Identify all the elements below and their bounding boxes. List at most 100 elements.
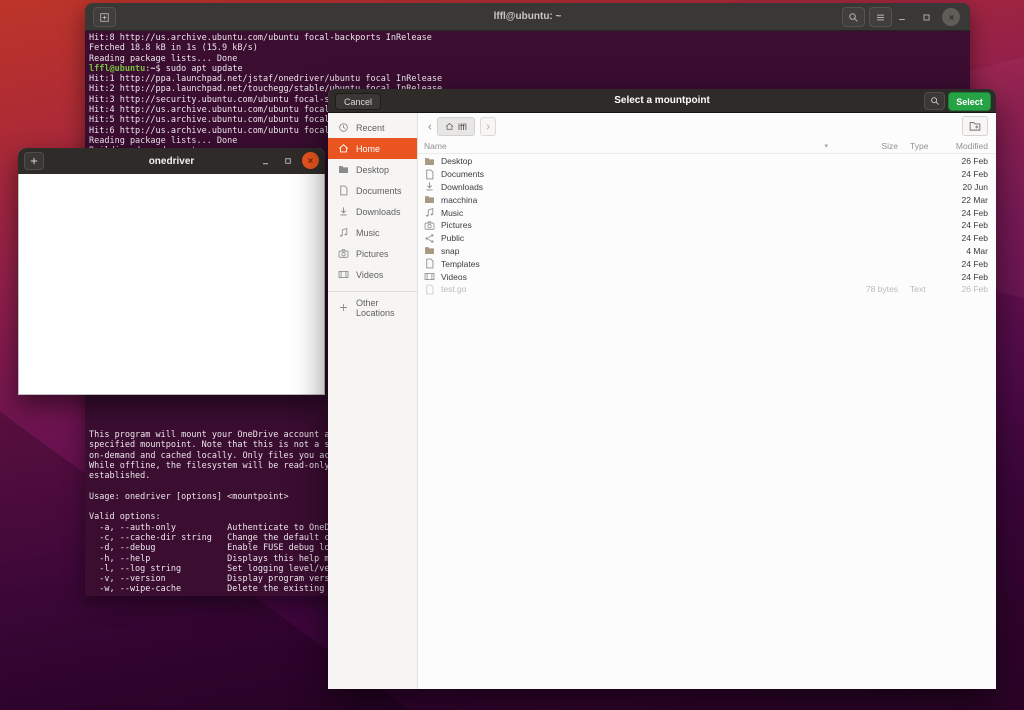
terminal-line: -h, --help Displays this help m [89,554,330,564]
file-row-templates[interactable]: Templates 24 Feb [418,257,996,270]
dialog-header[interactable]: Cancel Select a mountpoint Select [328,89,996,113]
terminal-command: sudo apt update [166,64,243,74]
terminal-line [89,595,330,596]
onedriver-content [18,174,325,395]
desktop: lffl@ubuntu: ~ [0,0,1024,710]
home-icon [445,122,454,131]
terminal-line: -w, --wipe-cache Delete the existing [89,584,330,594]
terminal-prompt-line: lffl@ubuntu:~$ sudo apt update [89,64,970,74]
dialog-search-button[interactable] [924,92,945,110]
sidebar-item-other-locations[interactable]: Other Locations [328,297,417,318]
camera-icon [338,248,349,259]
search-icon [930,96,940,106]
terminal-line: on-demand and cached locally. Only files… [89,451,330,461]
terminal-line [89,502,330,512]
video-icon [424,271,441,282]
onedriver-close-button[interactable] [302,152,319,169]
sidebar-item-music[interactable]: Music [328,222,417,243]
terminal-line: Hit:8 http://us.archive.ubuntu.com/ubunt… [89,33,970,43]
column-type[interactable]: Type [898,141,938,151]
video-icon [338,269,349,280]
sidebar-item-pictures[interactable]: Pictures [328,243,417,264]
document-icon [424,169,441,180]
back-button[interactable] [423,117,436,136]
sidebar-item-label: Documents [356,186,402,196]
file-list: Desktop 26 Feb Documents 24 Feb [418,155,996,296]
document-icon [424,258,441,269]
terminal-line: -l, --log string Set logging level/ve [89,564,330,574]
column-size[interactable]: Size [832,141,898,151]
file-row-music[interactable]: Music 24 Feb [418,206,996,219]
sidebar-item-documents[interactable]: Documents [328,180,417,201]
maximize-icon [284,157,292,165]
onedriver-maximize-button[interactable] [280,148,296,174]
sidebar-item-label: Music [356,228,380,238]
terminal-line [89,481,330,491]
new-folder-button[interactable] [962,116,988,136]
places-sidebar: Recent Home Desktop [328,113,418,689]
terminal-minimize-button[interactable] [893,3,911,31]
sidebar-item-label: Desktop [356,165,389,175]
column-headers: Name ▾ Size Type Modified [418,139,996,154]
folder-icon [424,156,441,167]
close-icon [947,13,956,22]
file-row-pictures[interactable]: Pictures 24 Feb [418,219,996,232]
document-icon [424,284,441,295]
terminal-line: -v, --version Display program vers [89,574,330,584]
onedriver-minimize-button[interactable] [257,148,273,174]
onedriver-titlebar[interactable]: onedriver [18,148,325,174]
sidebar-item-desktop[interactable]: Desktop [328,159,417,180]
sidebar-item-label: Home [356,144,380,154]
file-row-macchina[interactable]: macchina 22 Mar [418,193,996,206]
home-icon [338,143,349,154]
plus-icon [29,156,39,166]
terminal-title: lffl@ubuntu: ~ [85,11,970,22]
sidebar-item-downloads[interactable]: Downloads [328,201,417,222]
breadcrumb-home-segment[interactable]: lffl [437,117,475,136]
terminal-line: established. [89,471,330,481]
dialog-title: Select a mountpoint [328,89,996,113]
mountpoint-dialog: Cancel Select a mountpoint Select Recent [328,89,996,689]
file-row-public[interactable]: Public 24 Feb [418,232,996,245]
terminal-line: This program will mount your OneDrive ac… [89,430,330,440]
forward-chevron-icon [484,123,492,131]
cancel-button[interactable]: Cancel [335,93,381,110]
file-row-desktop[interactable]: Desktop 26 Feb [418,155,996,168]
sidebar-item-videos[interactable]: Videos [328,264,417,285]
terminal-maximize-button[interactable] [917,3,935,31]
new-folder-icon [969,120,981,132]
sidebar-item-home[interactable]: Home [328,138,417,159]
column-name[interactable]: Name [424,141,824,151]
menu-icon [875,12,886,23]
sidebar-item-label: Videos [356,270,383,280]
column-modified[interactable]: Modified [938,141,988,151]
terminal-titlebar[interactable]: lffl@ubuntu: ~ [85,3,970,31]
file-row-documents[interactable]: Documents 24 Feb [418,168,996,181]
file-row-downloads[interactable]: Downloads 20 Jun [418,181,996,194]
new-tab-button[interactable] [93,7,116,27]
terminal-search-button[interactable] [842,7,865,27]
camera-icon [424,220,441,231]
sidebar-item-label: Pictures [356,249,389,259]
select-button[interactable]: Select [948,92,991,111]
music-icon [338,227,349,238]
sort-arrow-icon: ▾ [824,142,828,150]
sidebar-item-label: Downloads [356,207,401,217]
forward-button[interactable] [480,117,496,136]
maximize-icon [922,13,931,22]
terminal-line: Hit:1 http://ppa.launchpad.net/jstaf/one… [89,74,970,84]
file-row-videos[interactable]: Videos 24 Feb [418,270,996,283]
onedriver-window: onedriver [18,148,325,395]
terminal-line: Reading package lists... Done [89,54,970,64]
new-tab-icon [99,12,110,23]
terminal-menu-button[interactable] [869,7,892,27]
close-icon [306,156,315,165]
terminal-line: Fetched 18.8 kB in 1s (15.9 kB/s) [89,43,970,53]
terminal-line: Valid options: [89,512,330,522]
prompt-sign: $ [156,64,166,74]
sidebar-item-recent[interactable]: Recent [328,117,417,138]
search-icon [848,12,859,23]
file-row-snap[interactable]: snap 4 Mar [418,245,996,258]
add-account-button[interactable] [24,152,44,170]
terminal-close-button[interactable] [942,8,960,26]
